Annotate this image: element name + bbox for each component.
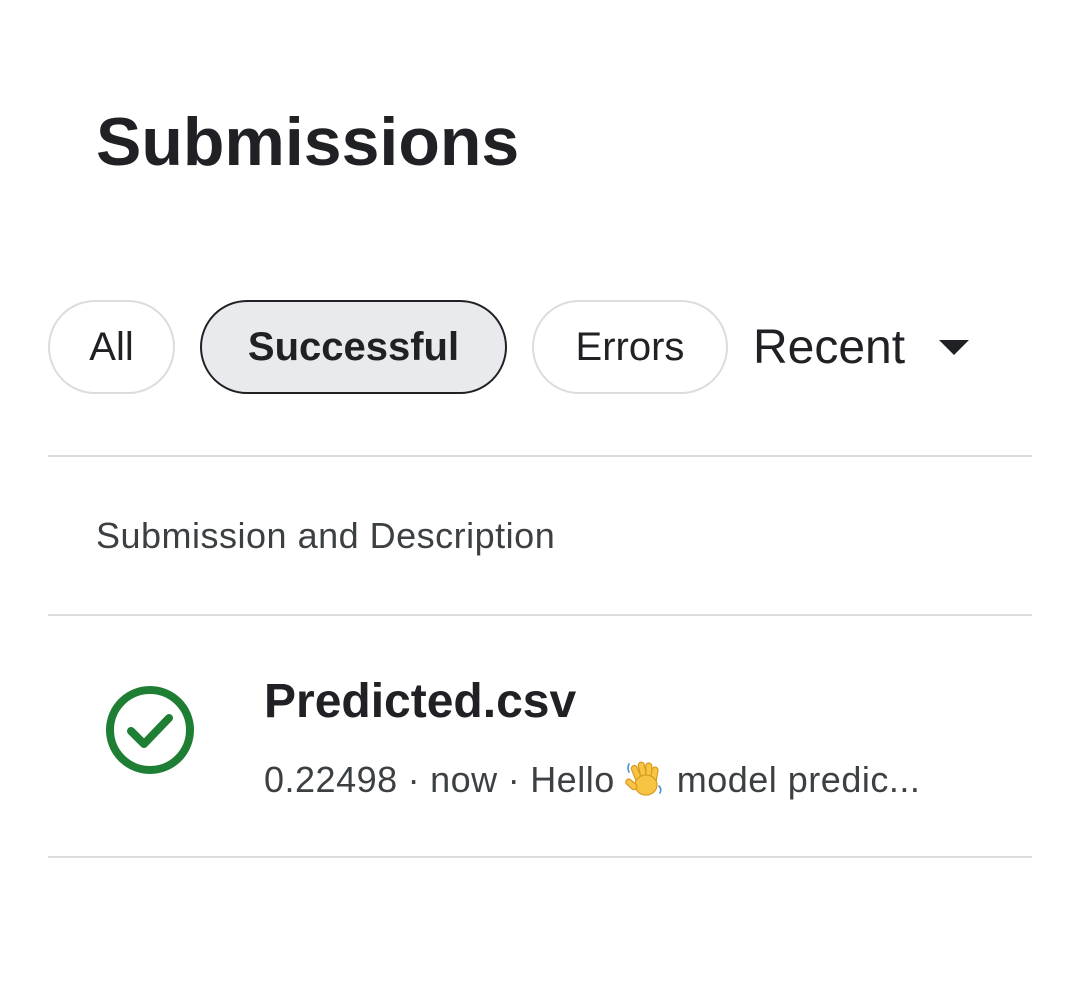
- meta-separator: ·: [507, 759, 521, 800]
- description-suffix: model predic...: [676, 759, 921, 800]
- submission-row[interactable]: Predicted.csv 0.22498 · now · Hello model pr…: [48, 616, 1032, 856]
- submission-time: now: [430, 759, 498, 800]
- filter-successful-chip[interactable]: Successful: [200, 300, 507, 394]
- filter-all-chip[interactable]: All: [48, 300, 175, 394]
- filter-bar: All Successful Errors Recent: [48, 299, 970, 395]
- divider: [48, 856, 1032, 858]
- sort-label: Recent: [753, 320, 906, 374]
- caret-down-icon: [939, 339, 970, 355]
- description-prefix: Hello: [530, 759, 615, 800]
- submission-file-name[interactable]: Predicted.csv: [264, 674, 576, 730]
- meta-separator: ·: [407, 759, 421, 800]
- submission-score: 0.22498: [264, 759, 398, 800]
- check-circle-icon: [106, 686, 194, 774]
- column-header: Submission and Description: [96, 515, 556, 556]
- submission-meta: 0.22498 · now · Hello model predic...: [264, 758, 920, 802]
- filter-errors-chip[interactable]: Errors: [532, 300, 728, 394]
- page-title: Submissions: [96, 104, 520, 180]
- waving-hand-icon: [624, 761, 662, 796]
- divider: [48, 455, 1032, 457]
- sort-dropdown[interactable]: Recent: [753, 300, 970, 394]
